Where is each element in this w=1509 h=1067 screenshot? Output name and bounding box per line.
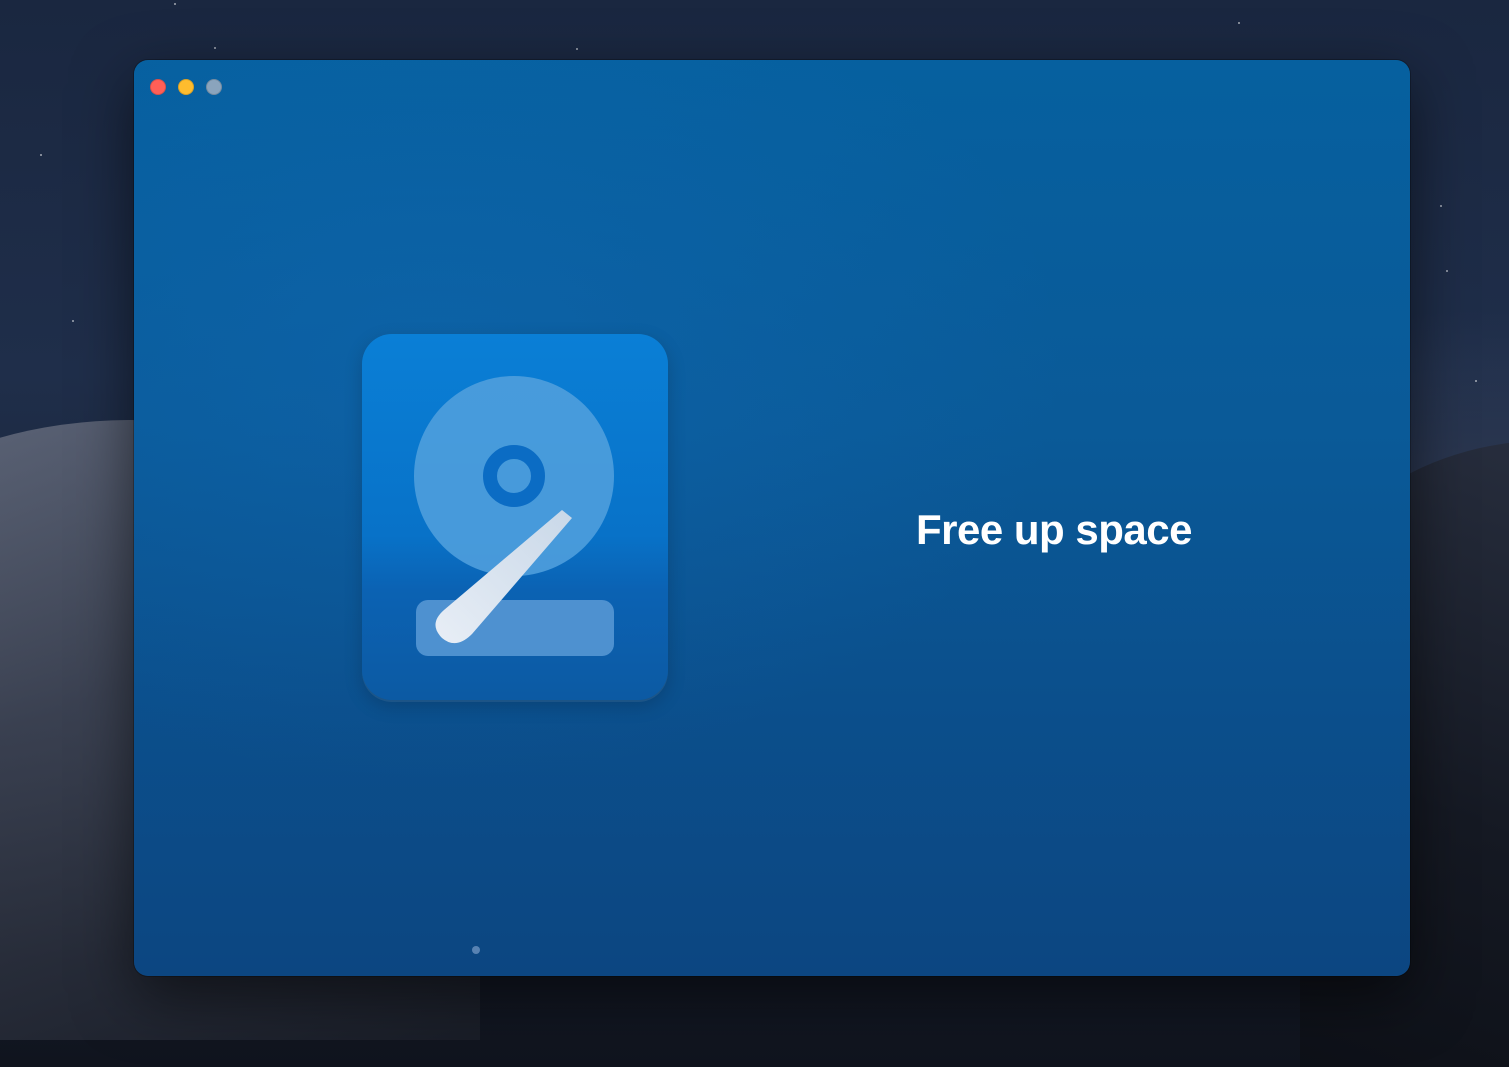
star <box>174 3 176 5</box>
desktop-background: Free up space <box>0 0 1509 1067</box>
zoom-button[interactable] <box>206 79 222 95</box>
star <box>1446 270 1448 272</box>
drive-platter <box>414 376 614 576</box>
star <box>72 320 74 322</box>
app-window: Free up space <box>134 60 1410 976</box>
star <box>214 47 216 49</box>
star <box>40 154 42 156</box>
star <box>1440 205 1442 207</box>
onboarding-headline: Free up space <box>916 506 1192 553</box>
hard-drive-graphic <box>414 376 614 656</box>
minimize-button[interactable] <box>178 79 194 95</box>
star <box>576 48 578 50</box>
star <box>1238 22 1240 24</box>
window-controls <box>150 79 222 95</box>
hard-drive-icon <box>362 334 668 700</box>
page-indicator-dot[interactable] <box>472 946 480 954</box>
star <box>1475 380 1477 382</box>
close-button[interactable] <box>150 79 166 95</box>
